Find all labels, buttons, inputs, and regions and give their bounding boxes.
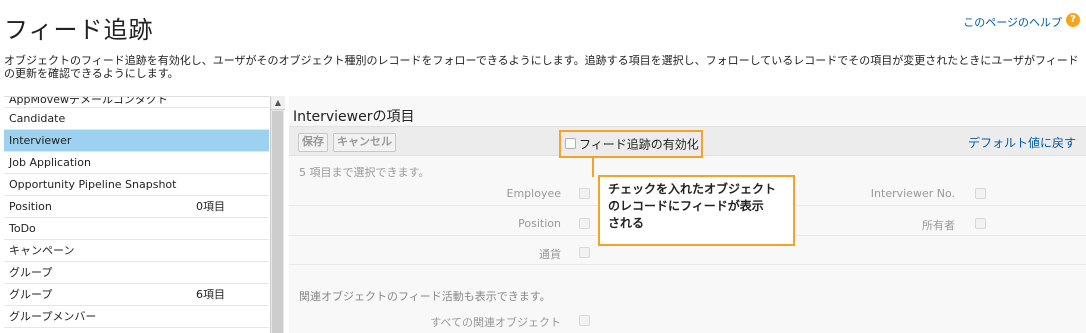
restore-defaults-link[interactable]: デフォルト値に戻す [968, 134, 1076, 151]
list-item[interactable]: Job Application [4, 152, 269, 174]
save-button[interactable]: 保存 [298, 133, 328, 152]
callout-pointer [592, 157, 594, 177]
field-label: 通貨 [539, 248, 561, 261]
select-limit-hint: 5 項目まで選択できます。 [299, 166, 430, 179]
callout-line: のレコードにフィードが表示 [608, 199, 764, 213]
list-item-label: Position [9, 200, 52, 213]
list-item-label: グループメンバー [9, 310, 97, 323]
callout-line: チェックを入れたオブジェクト [608, 182, 777, 196]
callout-line: される [608, 216, 645, 230]
help-link[interactable]: このページのヘルプ [963, 14, 1062, 30]
list-item-label: Interviewer [9, 134, 72, 147]
list-item[interactable]: Opportunity Pipeline Snapshot [4, 174, 269, 196]
cancel-button[interactable]: キャンセル [333, 133, 396, 152]
field-checkbox[interactable] [579, 218, 590, 229]
field-label: Employee [506, 187, 561, 200]
list-item-count: 0項目 [196, 200, 225, 213]
related-objects-row: すべての関連オブジェクト [289, 309, 1086, 333]
list-item[interactable]: AppMovewデメールコンタクト [4, 97, 269, 108]
scroll-thumb[interactable] [272, 111, 283, 333]
list-item-count: 6項目 [196, 288, 225, 301]
list-item-selected[interactable]: Interviewer [4, 130, 269, 152]
section-title: Interviewerの項目 [293, 109, 415, 125]
list-item-label: Job Application [9, 156, 91, 169]
enable-feed-tracking-toggle[interactable]: フィード追跡の有効化 [559, 130, 703, 158]
enable-feed-tracking-checkbox[interactable] [565, 138, 576, 149]
field-checkbox[interactable] [579, 188, 590, 199]
list-item[interactable]: グループ [4, 262, 269, 284]
related-objects-checkbox[interactable] [579, 315, 590, 326]
field-checkbox[interactable] [975, 218, 986, 229]
toolbar: 保存 キャンセル フィード追跡の有効化 デフォルト値に戻す [289, 126, 1086, 158]
list-item[interactable]: キャンペーン [4, 240, 269, 262]
list-item[interactable]: Candidate [4, 108, 269, 130]
list-item[interactable]: ToDo [4, 218, 269, 240]
page-description: オブジェクトのフィード追跡を有効化し、ユーザがそのオブジェクト種別のレコードをフ… [4, 54, 1079, 80]
annotation-callout: チェックを入れたオブジェクト のレコードにフィードが表示 される [598, 175, 795, 246]
enable-feed-tracking-label: フィード追跡の有効化 [579, 137, 699, 152]
page-title: フィード追跡 [4, 16, 154, 44]
list-item-label: Candidate [9, 112, 66, 125]
list-item-label: キャンペーン [9, 244, 75, 257]
list-item-label: ToDo [9, 222, 36, 235]
list-item-label: グループ [9, 288, 53, 301]
list-item[interactable]: グループメンバー [4, 306, 269, 328]
field-checkbox[interactable] [579, 247, 590, 258]
list-item-label: Opportunity Pipeline Snapshot [9, 178, 177, 191]
related-objects-label: すべての関連オブジェクト [430, 316, 561, 329]
scroll-up-arrow-icon[interactable]: ▲ [271, 96, 285, 110]
list-item-label: AppMovewデメールコンタクト [9, 97, 168, 106]
list-item[interactable]: グループ 6項目 [4, 284, 269, 306]
list-item[interactable]: Position 0項目 [4, 196, 269, 218]
field-label: Position [518, 217, 561, 230]
list-item-label: グループ [9, 266, 53, 279]
related-objects-hint: 関連オブジェクトのフィード活動も表示できます。 [299, 290, 551, 303]
help-icon[interactable]: ? [1066, 13, 1080, 27]
list-scrollbar[interactable]: ▲ [270, 96, 285, 333]
object-list: AppMovewデメールコンタクト Candidate Interviewer … [4, 96, 269, 333]
field-checkbox[interactable] [975, 188, 986, 199]
